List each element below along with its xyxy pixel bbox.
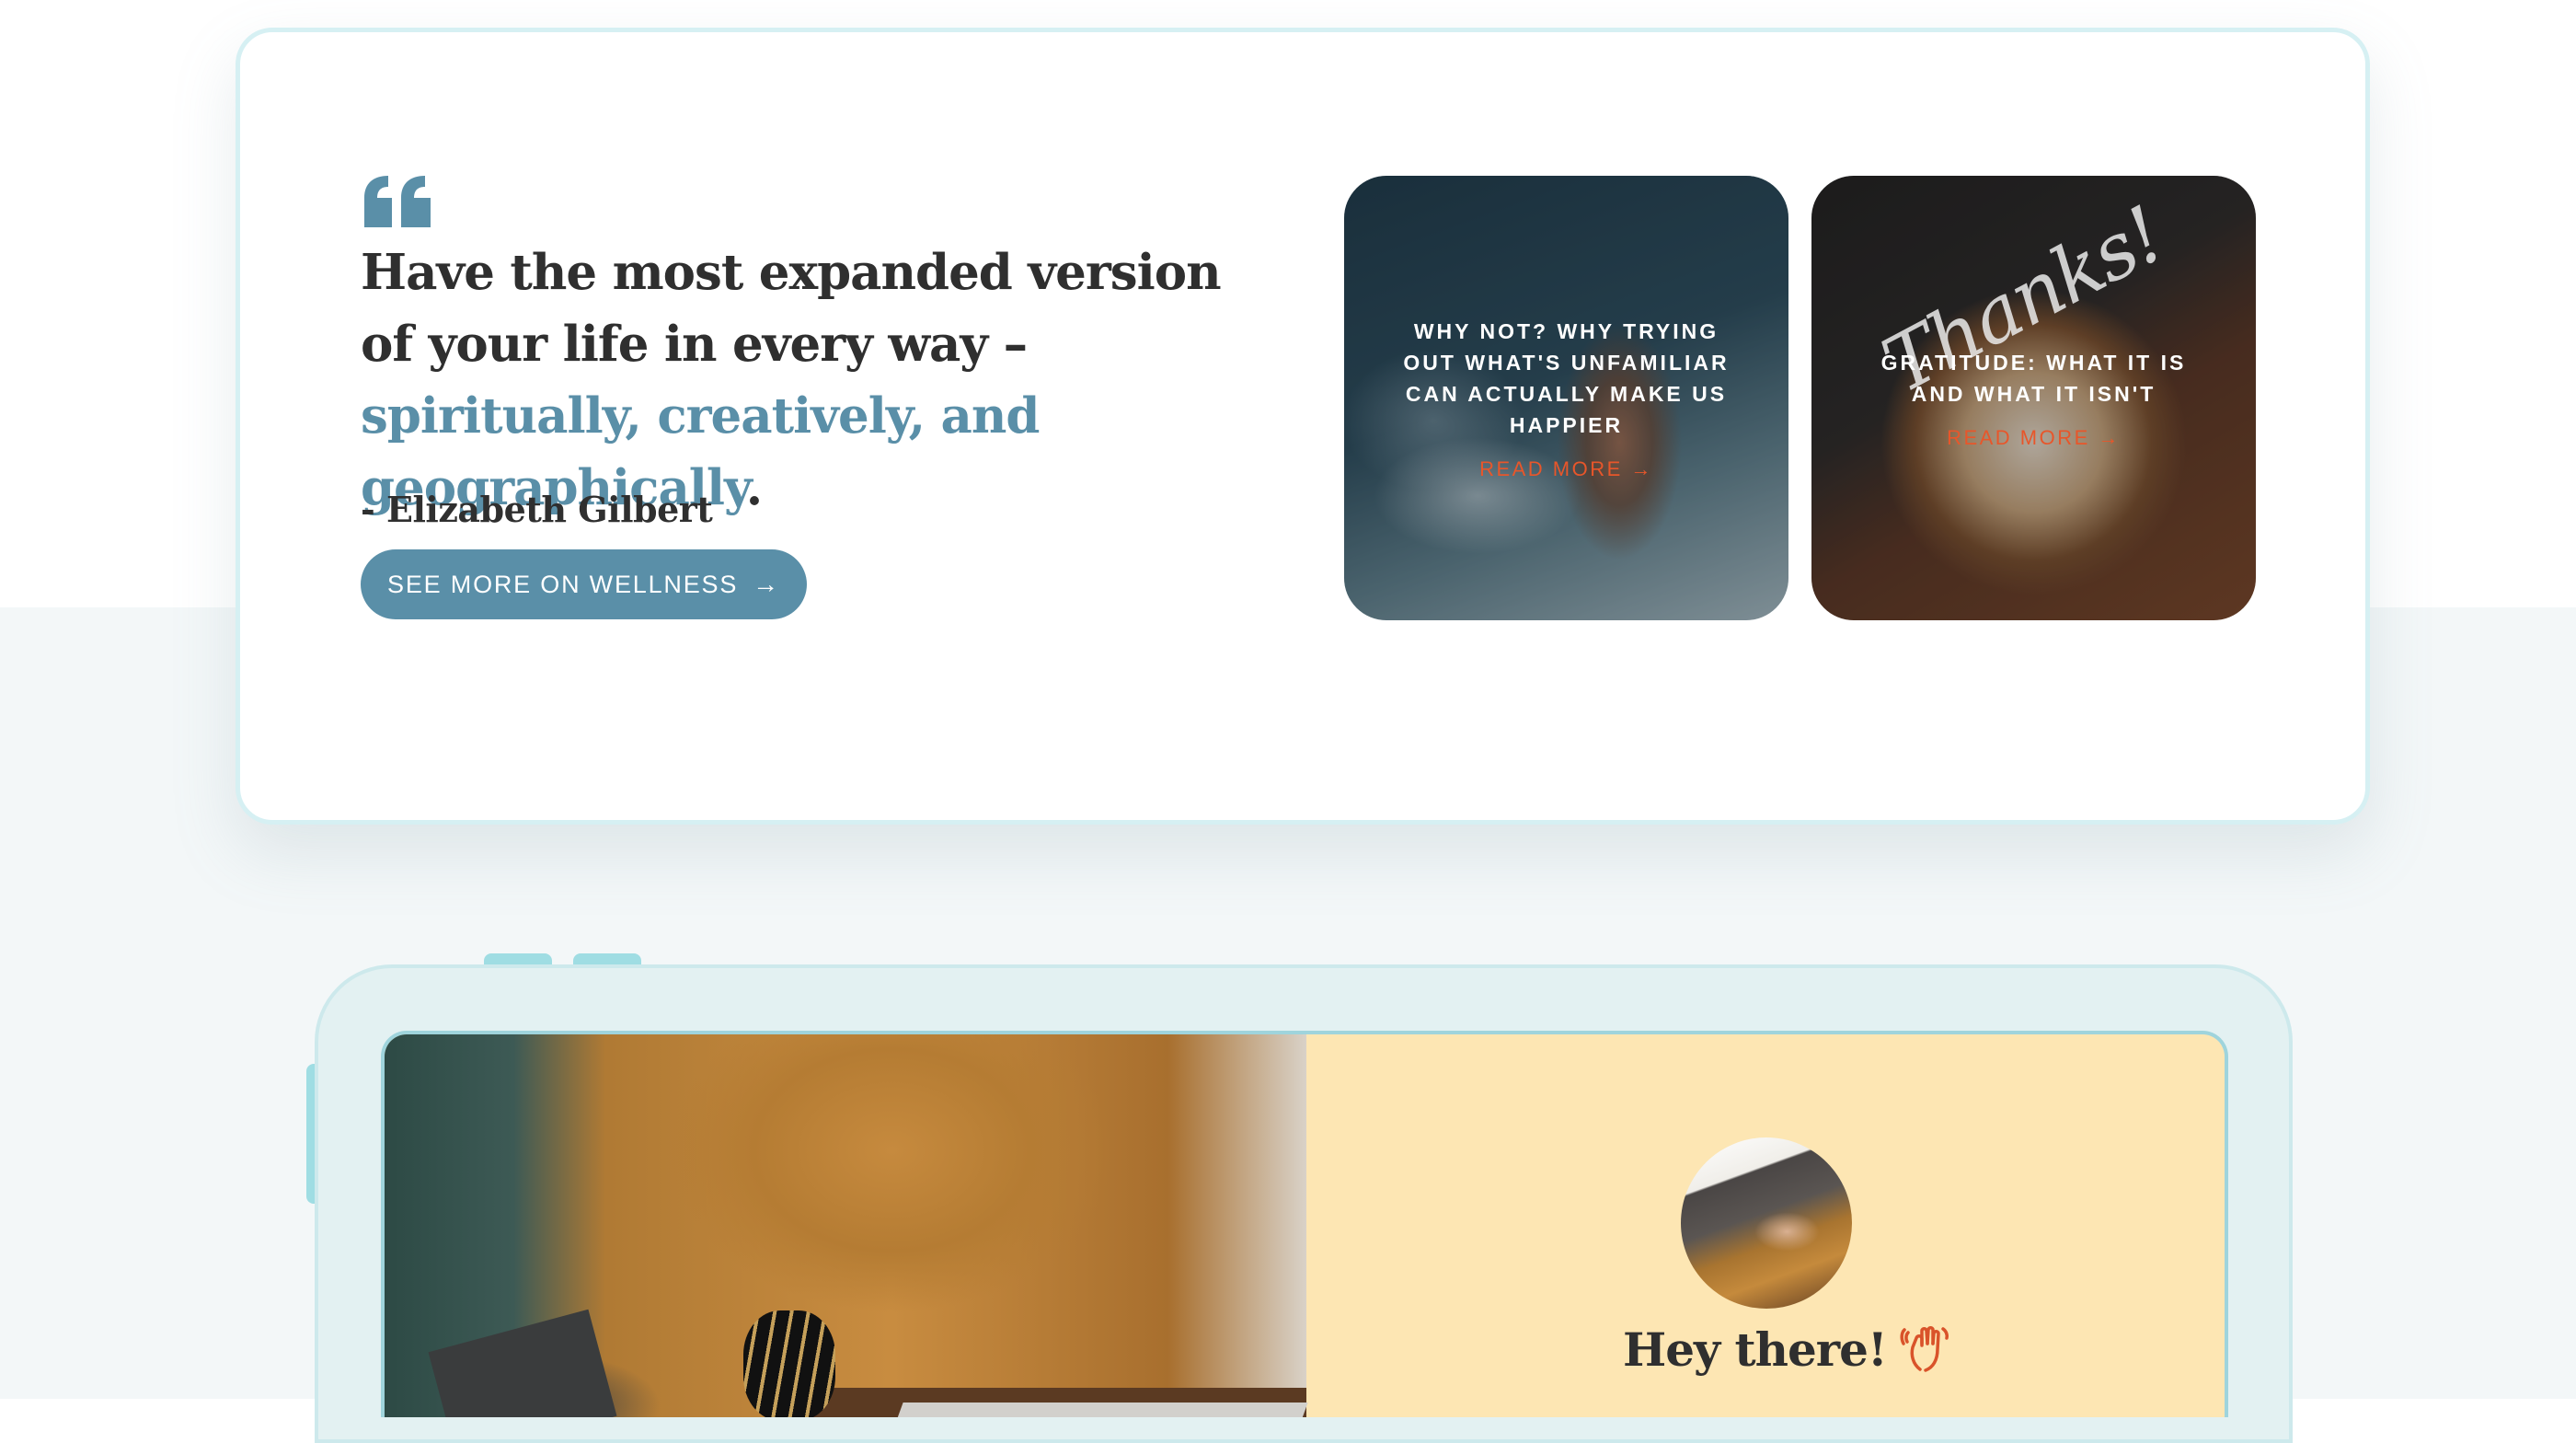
- blog-post-card-why-not[interactable]: WHY NOT? WHY TRYING OUT WHAT'S UNFAMILIA…: [1344, 176, 1788, 620]
- see-more-wellness-button[interactable]: SEE MORE ON WELLNESS →: [361, 549, 807, 619]
- see-more-wellness-label: SEE MORE ON WELLNESS: [387, 570, 739, 598]
- quote-text: Have the most expanded version of your l…: [361, 237, 1262, 524]
- quote-text-main: Have the most expanded version of your l…: [361, 244, 1222, 373]
- intro-heading: Hey there!: [1623, 1322, 1955, 1377]
- read-more-link[interactable]: READ MORE →: [1479, 457, 1653, 481]
- post-title: WHY NOT? WHY TRYING OUT WHAT'S UNFAMILIA…: [1403, 318, 1730, 437]
- waving-hand-icon: [1900, 1326, 1949, 1372]
- read-more-link[interactable]: READ MORE →: [1947, 426, 2121, 450]
- avatar: [1681, 1137, 1852, 1309]
- intro-greeting: Hey there!: [1623, 1322, 1888, 1377]
- intro-photo-woman-laptop: [385, 1034, 1308, 1417]
- intro-screen: Hey there!: [381, 1031, 2228, 1417]
- quote-card: Have the most expanded version of your l…: [236, 28, 2370, 825]
- quote-author: - Elizabeth Gilbert: [361, 489, 713, 530]
- quote-text-end: .: [745, 459, 763, 516]
- arrow-right-icon: →: [753, 570, 780, 598]
- blog-post-card-gratitude[interactable]: Thanks! GRATITUDE: WHAT IT IS AND WHAT I…: [1811, 176, 2256, 620]
- post-title: GRATITUDE: WHAT IT IS AND WHAT IT ISN'T: [1880, 350, 2187, 406]
- quote-icon: [364, 176, 431, 227]
